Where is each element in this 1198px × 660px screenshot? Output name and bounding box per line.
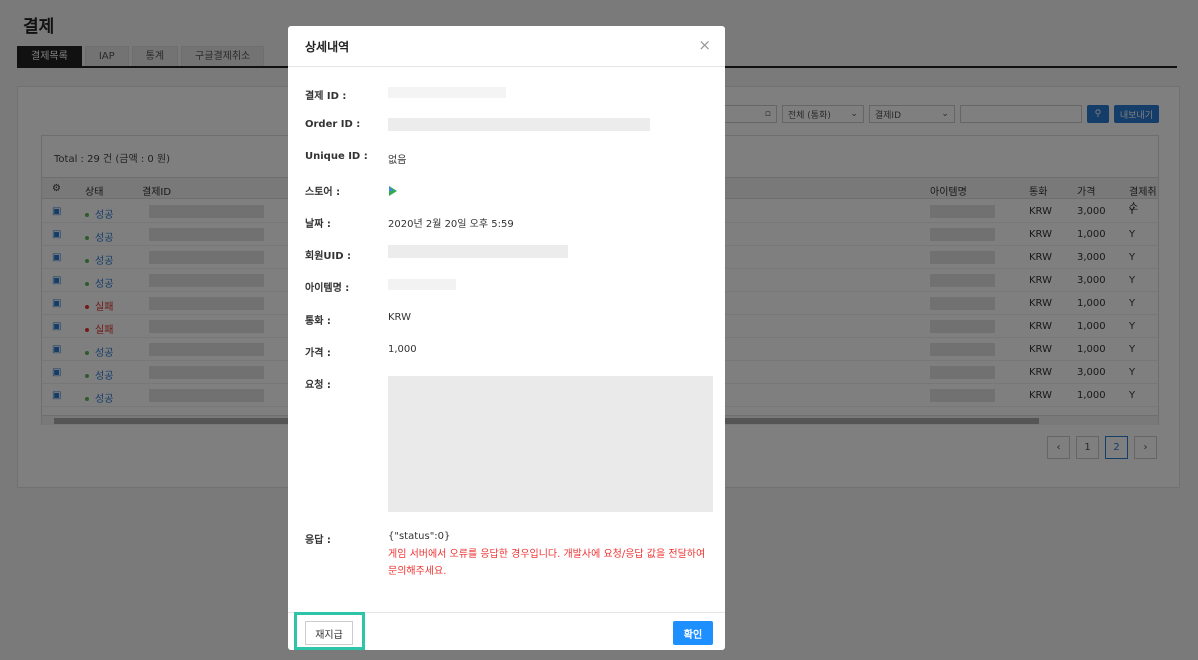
label-currency: 통화 : [305,316,331,327]
value-date: 2020년 2월 20일 오후 5:59 [388,219,514,230]
redacted-member-uid [388,245,568,258]
label-response: 응답 : [305,535,331,546]
label-item-name: 아이템명 : [305,283,350,294]
google-play-icon [389,186,397,196]
modal-title: 상세내역 [305,40,350,54]
label-member-uid: 회원UID : [305,251,352,262]
label-payment-id: 결제 ID : [305,91,347,102]
value-currency: KRW [388,312,411,323]
modal-header: 상세내역 × [288,26,725,67]
redacted-order-id [388,118,650,131]
label-store: 스토어 : [305,187,341,198]
value-response: {"status":0} [388,531,451,542]
label-request: 요청 : [305,380,331,391]
confirm-button[interactable]: 확인 [673,621,713,645]
redacted-request-body [388,376,713,512]
error-message: 게임 서버에서 오류를 응답한 경우입니다. 개발사에 요청/응답 값을 전달하… [388,549,706,577]
label-date: 날짜 : [305,219,331,230]
redacted-payment-id [388,87,506,98]
detail-modal: 상세내역 × 결제 ID : Order ID : Unique ID : 없음… [288,26,725,650]
label-unique-id: Unique ID : [305,151,368,162]
close-icon[interactable]: × [698,36,711,54]
label-order-id: Order ID : [305,119,361,130]
label-price: 가격 : [305,348,331,359]
retry-button-highlight [294,612,365,650]
value-price: 1,000 [388,344,417,355]
value-unique-id: 없음 [388,155,407,166]
redacted-item-name [388,279,456,290]
